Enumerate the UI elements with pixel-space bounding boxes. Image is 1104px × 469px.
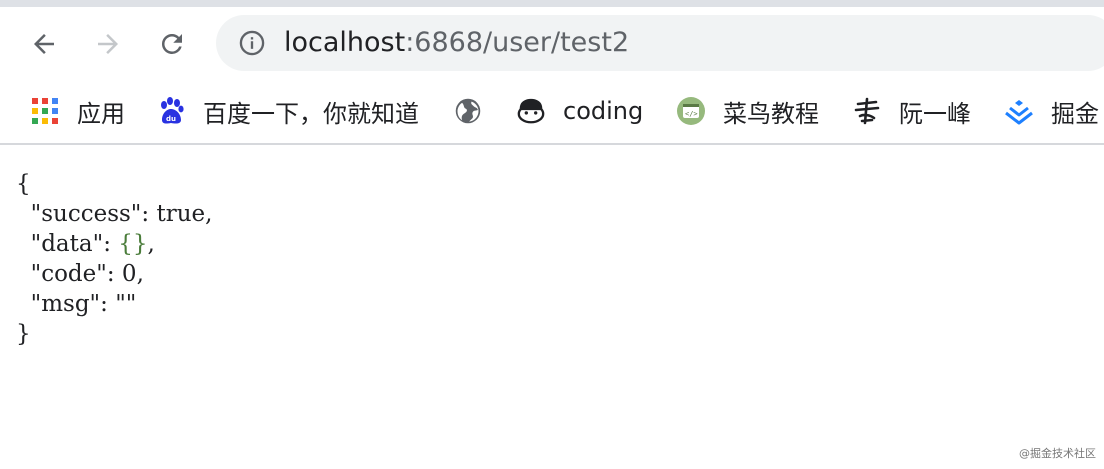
bookmark-ruanyifeng[interactable]: 阮一峰 [852,91,971,131]
back-button[interactable] [21,21,67,67]
address-bar[interactable]: localhost:6868/user/test2 [216,15,1104,71]
bookmark-baidu[interactable]: du 百度一下，你就知道 [156,91,419,131]
juejin-icon [1004,96,1034,126]
json-value: {} [118,231,148,257]
watermark: @掘金技术社区 [1019,447,1096,460]
url-text[interactable]: localhost:6868/user/test2 [284,26,629,60]
arrow-left-icon [34,34,54,54]
bookmark-globe[interactable] [453,91,500,131]
ruanyifeng-calligraphy-icon [852,96,882,126]
info-icon[interactable] [238,29,266,57]
json-key: "code" [30,261,107,287]
globe-icon [453,96,483,126]
json-value: true [156,201,206,227]
bookmark-label: 菜鸟教程 [723,99,819,128]
json-value: 0 [121,261,137,287]
url-host: localhost [284,27,406,58]
browser-tab-strip [0,0,1104,7]
page-content: { "success": true, "data": {}, "code": 0… [0,145,1104,469]
json-key: "success" [30,201,142,227]
reload-button[interactable] [149,21,195,67]
reload-icon [161,33,182,54]
bookmark-label: 掘金 [1051,99,1099,128]
bookmark-runoob[interactable]: </> 菜鸟教程 [676,91,819,131]
forward-button[interactable] [85,21,131,67]
svg-text:</>: </> [685,110,698,118]
bookmark-juejin[interactable]: 掘金 [1004,91,1099,131]
bookmark-label: 阮一峰 [899,99,971,128]
bookmark-label: 百度一下，你就知道 [203,99,419,128]
coding-monkey-icon [516,96,546,126]
browser-toolbar: localhost:6868/user/test2 [0,7,1104,81]
bookmarks-bar: 应用 du 百度一下，你就知道 coding </> 菜鸟教程 阮一峰 掘金 [0,81,1104,145]
json-response: { "success": true, "data": {}, "code": 0… [16,171,213,347]
baidu-paw-icon: du [156,96,186,126]
json-key: "msg" [30,291,101,317]
json-value: "" [115,291,137,317]
arrow-right-icon [98,34,118,54]
apps-grid-icon [30,96,60,126]
json-open-brace: { [16,171,31,197]
bookmark-label: coding [563,97,644,125]
svg-text:du: du [166,115,176,123]
runoob-icon: </> [676,96,706,126]
json-close-brace: } [16,321,31,347]
bookmark-coding[interactable]: coding [516,91,643,131]
bookmark-label: 应用 [77,99,125,128]
json-key: "data" [30,231,104,257]
bookmark-apps[interactable]: 应用 [30,91,125,131]
url-path: :6868/user/test2 [405,27,630,58]
